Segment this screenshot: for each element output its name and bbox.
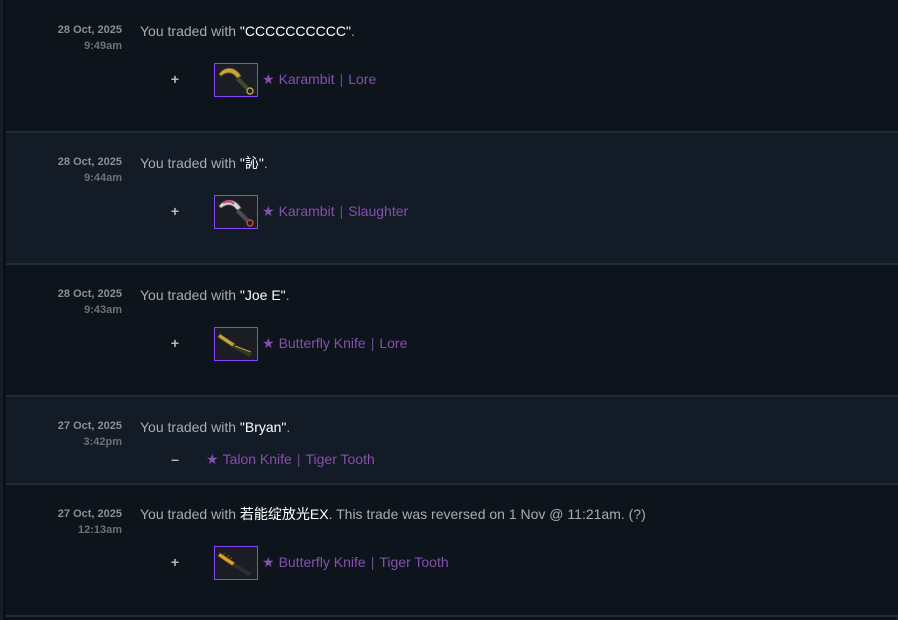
- trade-partner-name[interactable]: "Bryan": [240, 419, 287, 435]
- trade-desc-suffix: .: [263, 155, 268, 171]
- trade-date: 28 Oct, 2025: [57, 156, 122, 168]
- trade-desc-prefix: You traded with: [140, 506, 240, 522]
- item-skin-name: Lore: [379, 335, 408, 351]
- trade-desc-suffix: .: [285, 287, 290, 303]
- item-name-link[interactable]: ★ Karambit | Lore: [262, 70, 376, 88]
- star-icon: ★: [206, 451, 219, 467]
- trade-date: 28 Oct, 2025: [57, 288, 122, 300]
- karambit-lore-icon[interactable]: [214, 63, 258, 97]
- trade-partner-name[interactable]: "CCCCCCCCCC": [240, 23, 351, 39]
- item-name-separator: |: [339, 71, 344, 87]
- trade-desc-suffix: .: [286, 419, 291, 435]
- trade-history-list: 28 Oct, 2025 9:49am You traded with "CCC…: [0, 0, 898, 620]
- trade-time: 9:43am: [84, 304, 122, 316]
- trade-date: 28 Oct, 2025: [57, 24, 122, 36]
- item-name-link[interactable]: ★ Karambit | Slaughter: [262, 202, 408, 220]
- item-weapon-name: Butterfly Knife: [278, 335, 366, 351]
- trade-date: 27 Oct, 2025: [57, 508, 122, 520]
- star-icon: ★: [262, 71, 275, 87]
- trade-time: 9:49am: [84, 40, 122, 52]
- item-received-sign: +: [170, 554, 180, 570]
- trade-description: You traded with "Bryan".: [140, 418, 290, 436]
- item-name-link[interactable]: ★ Butterfly Knife | Tiger Tooth: [262, 553, 449, 571]
- item-skin-name: Lore: [348, 71, 377, 87]
- trade-row: 27 Oct, 2025 12:13am You traded with 若能绽…: [6, 485, 898, 617]
- trade-desc-prefix: You traded with: [140, 23, 240, 39]
- trade-desc-prefix: You traded with: [140, 419, 240, 435]
- trade-description: You traded with "CCCCCCCCCC".: [140, 22, 355, 40]
- item-name-separator: |: [370, 554, 375, 570]
- item-weapon-name: Talon Knife: [222, 451, 292, 467]
- trade-date: 27 Oct, 2025: [57, 420, 122, 432]
- item-name-link[interactable]: ★ Butterfly Knife | Lore: [262, 334, 407, 352]
- trade-partner-name[interactable]: "訫": [240, 155, 264, 171]
- item-received-sign: +: [170, 203, 180, 219]
- trade-desc-suffix: . This trade was reversed on 1 Nov @ 11:…: [328, 506, 646, 522]
- trade-desc-suffix: .: [350, 23, 355, 39]
- trade-row: 28 Oct, 2025 9:44am You traded with "訫".…: [6, 133, 898, 265]
- trade-row: 28 Oct, 2025 9:49am You traded with "CCC…: [6, 0, 898, 133]
- item-name-separator: |: [296, 451, 301, 467]
- item-weapon-name: Karambit: [278, 71, 335, 87]
- trade-row: 27 Oct, 2025 3:42pm You traded with "Bry…: [6, 397, 898, 485]
- star-icon: ★: [262, 554, 275, 570]
- butterfly-knife-lore-icon[interactable]: [214, 327, 258, 361]
- item-weapon-name: Karambit: [278, 203, 335, 219]
- star-icon: ★: [262, 203, 275, 219]
- item-received-sign: +: [170, 71, 180, 87]
- trade-description: You traded with 若能绽放光EX. This trade was …: [140, 505, 646, 523]
- trade-time: 9:44am: [84, 172, 122, 184]
- trade-desc-prefix: You traded with: [140, 287, 240, 303]
- item-name-separator: |: [339, 203, 344, 219]
- trade-desc-prefix: You traded with: [140, 155, 240, 171]
- star-icon: ★: [262, 335, 275, 351]
- item-skin-name: Slaughter: [348, 203, 409, 219]
- item-received-sign: +: [170, 335, 180, 351]
- trade-description: You traded with "訫".: [140, 154, 268, 172]
- butterfly-knife-tiger-tooth-icon[interactable]: [214, 546, 258, 580]
- item-given-sign: –: [171, 451, 179, 467]
- trade-partner-name[interactable]: 若能绽放光EX: [240, 506, 329, 522]
- trade-description: You traded with "Joe E".: [140, 286, 290, 304]
- karambit-slaughter-icon[interactable]: [214, 195, 258, 229]
- item-name-separator: |: [370, 335, 375, 351]
- item-name-link[interactable]: ★ Talon Knife | Tiger Tooth: [206, 450, 375, 468]
- trade-time: 12:13am: [77, 524, 122, 536]
- trade-time: 3:42pm: [83, 436, 122, 448]
- item-skin-name: Tiger Tooth: [305, 451, 375, 467]
- item-weapon-name: Butterfly Knife: [278, 554, 366, 570]
- trade-row: 28 Oct, 2025 9:43am You traded with "Joe…: [6, 265, 898, 397]
- item-skin-name: Tiger Tooth: [379, 554, 449, 570]
- trade-partner-name[interactable]: "Joe E": [240, 287, 286, 303]
